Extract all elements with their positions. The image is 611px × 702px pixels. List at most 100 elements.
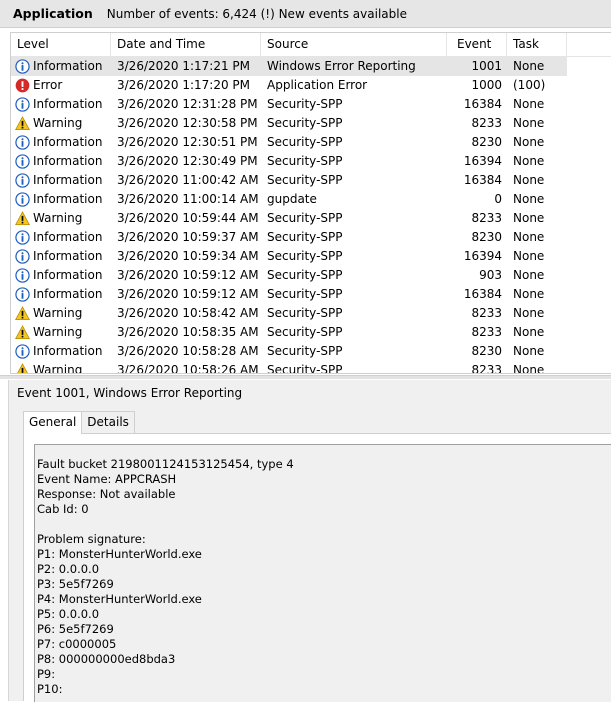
description-line: Response: Not available — [37, 487, 611, 502]
cell-level: Information — [15, 152, 115, 171]
cell-source: Security-SPP — [267, 304, 447, 323]
cell-source: Security-SPP — [267, 323, 447, 342]
cell-source: Security-SPP — [267, 247, 447, 266]
cell-event-id: 903 — [447, 266, 502, 285]
event-detail-panel: Event 1001, Windows Error Reporting Gene… — [8, 380, 611, 701]
cell-date: 3/26/2020 10:59:12 AM — [117, 266, 263, 285]
cell-source: Security-SPP — [267, 228, 447, 247]
tab-details[interactable]: Details — [82, 411, 135, 433]
cell-event-id: 8230 — [447, 342, 502, 361]
table-row[interactable]: Information3/26/2020 12:30:49 PMSecurity… — [11, 152, 611, 171]
table-row[interactable]: Warning3/26/2020 10:58:26 AMSecurity-SPP… — [11, 361, 611, 374]
cell-date: 3/26/2020 10:58:42 AM — [117, 304, 263, 323]
cell-source: gupdate — [267, 190, 447, 209]
table-row[interactable]: Warning3/26/2020 10:58:42 AMSecurity-SPP… — [11, 304, 611, 323]
cell-level: Information — [15, 133, 115, 152]
table-row[interactable]: Information3/26/2020 11:00:42 AMSecurity… — [11, 171, 611, 190]
table-row[interactable]: Error3/26/2020 1:17:20 PMApplication Err… — [11, 76, 611, 95]
detail-tabs: General Details — [23, 411, 135, 433]
level-text: Information — [33, 171, 102, 190]
cell-level: Information — [15, 171, 115, 190]
cell-level: Error — [15, 76, 115, 95]
tab-general[interactable]: General — [23, 411, 82, 434]
table-row[interactable]: Information3/26/2020 11:00:14 AMgupdate0… — [11, 190, 611, 209]
description-line: P1: MonsterHunterWorld.exe — [37, 547, 611, 562]
table-row[interactable]: Information3/26/2020 10:58:28 AMSecurity… — [11, 342, 611, 361]
cell-task-category: None — [513, 114, 573, 133]
cell-date: 3/26/2020 12:31:28 PM — [117, 95, 263, 114]
table-row[interactable]: Information3/26/2020 12:31:28 PMSecurity… — [11, 95, 611, 114]
cell-task-category: None — [513, 323, 573, 342]
table-row[interactable]: Information3/26/2020 1:17:21 PMWindows E… — [11, 57, 567, 76]
cell-event-id: 8233 — [447, 114, 502, 133]
cell-date: 3/26/2020 10:58:35 AM — [117, 323, 263, 342]
level-text: Information — [33, 57, 102, 76]
column-header-event-id[interactable]: Event ID — [447, 33, 507, 56]
table-row[interactable]: Warning3/26/2020 12:30:58 PMSecurity-SPP… — [11, 114, 611, 133]
cell-date: 3/26/2020 12:30:51 PM — [117, 133, 263, 152]
level-text: Warning — [33, 361, 82, 374]
cell-level: Information — [15, 266, 115, 285]
log-header-bar: Application Number of events: 6,424 (!) … — [0, 0, 611, 28]
cell-source: Security-SPP — [267, 342, 447, 361]
event-description-box[interactable]: Fault bucket 2198001124153125454, type 4… — [34, 444, 611, 702]
event-rows: Information3/26/2020 1:17:21 PMWindows E… — [11, 57, 611, 374]
cell-level: Information — [15, 57, 115, 76]
cell-event-id: 8230 — [447, 133, 502, 152]
cell-level: Warning — [15, 361, 115, 374]
event-detail-title: Event 1001, Windows Error Reporting — [17, 386, 242, 400]
column-header-source[interactable]: Source — [261, 33, 447, 56]
cell-level: Information — [15, 190, 115, 209]
cell-event-id: 16394 — [447, 152, 502, 171]
cell-task-category: None — [513, 57, 573, 76]
cell-source: Security-SPP — [267, 285, 447, 304]
cell-event-id: 16384 — [447, 171, 502, 190]
column-headers: Level Date and Time Source Event ID Task… — [11, 33, 611, 57]
cell-event-id: 16394 — [447, 247, 502, 266]
level-text: Information — [33, 190, 102, 209]
table-row[interactable]: Information3/26/2020 10:59:34 AMSecurity… — [11, 247, 611, 266]
description-line — [37, 517, 611, 532]
pane-splitter[interactable] — [0, 375, 611, 379]
description-line: P4: MonsterHunterWorld.exe — [37, 592, 611, 607]
cell-date: 3/26/2020 10:59:44 AM — [117, 209, 263, 228]
info-icon — [15, 97, 33, 112]
column-header-task-category[interactable]: Task Ca... — [507, 33, 567, 56]
cell-task-category: None — [513, 152, 573, 171]
cell-date: 3/26/2020 12:30:49 PM — [117, 152, 263, 171]
cell-level: Information — [15, 95, 115, 114]
cell-event-id: 16384 — [447, 285, 502, 304]
table-row[interactable]: Warning3/26/2020 10:58:35 AMSecurity-SPP… — [11, 323, 611, 342]
cell-source: Security-SPP — [267, 95, 447, 114]
table-row[interactable]: Warning3/26/2020 10:59:44 AMSecurity-SPP… — [11, 209, 611, 228]
cell-task-category: None — [513, 209, 573, 228]
info-icon — [15, 135, 33, 150]
description-line: P3: 5e5f7269 — [37, 577, 611, 592]
warning-icon — [15, 306, 33, 321]
table-row[interactable]: Information3/26/2020 10:59:12 AMSecurity… — [11, 285, 611, 304]
cell-task-category: None — [513, 190, 573, 209]
description-line: P8: 000000000ed8bda3 — [37, 652, 611, 667]
cell-event-id: 1001 — [447, 57, 502, 76]
description-line: P10: — [37, 682, 611, 697]
cell-task-category: (100) — [513, 76, 573, 95]
warning-icon — [15, 363, 33, 374]
column-header-level[interactable]: Level — [11, 33, 111, 56]
cell-event-id: 16384 — [447, 95, 502, 114]
level-text: Information — [33, 228, 102, 247]
info-icon — [15, 287, 33, 302]
table-row[interactable]: Information3/26/2020 10:59:37 AMSecurity… — [11, 228, 611, 247]
cell-source: Security-SPP — [267, 133, 447, 152]
cell-task-category: None — [513, 133, 573, 152]
cell-date: 3/26/2020 1:17:21 PM — [117, 57, 263, 76]
description-line: P7: c0000005 — [37, 637, 611, 652]
table-row[interactable]: Information3/26/2020 12:30:51 PMSecurity… — [11, 133, 611, 152]
column-header-date[interactable]: Date and Time — [111, 33, 261, 56]
description-line: P2: 0.0.0.0 — [37, 562, 611, 577]
cell-task-category: None — [513, 285, 573, 304]
info-icon — [15, 268, 33, 283]
event-list[interactable]: Level Date and Time Source Event ID Task… — [10, 32, 611, 374]
info-icon — [15, 154, 33, 169]
cell-task-category: None — [513, 171, 573, 190]
table-row[interactable]: Information3/26/2020 10:59:12 AMSecurity… — [11, 266, 611, 285]
